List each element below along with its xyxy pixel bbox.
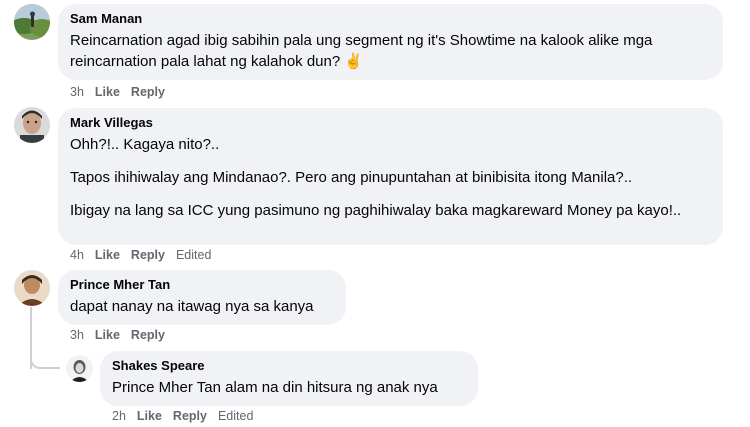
reply-button[interactable]: Reply (131, 85, 165, 99)
comment-text: dapat nanay na itawag nya sa kanya (70, 298, 314, 315)
avatar[interactable] (66, 355, 93, 382)
comment-text: Reincarnation agad ibig sabihin pala ung… (70, 32, 653, 70)
comment-actions: 3h Like Reply (70, 328, 176, 342)
comment-author[interactable]: Mark Villegas (70, 115, 711, 130)
like-button[interactable]: Like (95, 248, 120, 262)
like-button[interactable]: Like (137, 409, 162, 423)
comment-actions: 3h Like Reply (70, 85, 176, 99)
comment-time[interactable]: 3h (70, 85, 84, 99)
like-button[interactable]: Like (95, 328, 120, 342)
edited-label: Edited (175, 248, 212, 262)
comment-time[interactable]: 4h (70, 248, 84, 262)
comment-time[interactable]: 3h (70, 328, 84, 342)
comment-author[interactable]: Sam Manan (70, 11, 711, 26)
reply-button[interactable]: Reply (173, 409, 207, 423)
comment-text: Tapos ihihiwalay ang Mindanao?. Pero ang… (70, 169, 633, 186)
comment-text: Ohh?!.. Kagaya nito?.. (70, 136, 220, 153)
comment-bubble: Sam Manan Reincarnation agad ibig sabihi… (58, 4, 723, 80)
comment-author[interactable]: Prince Mher Tan (70, 277, 334, 292)
comment-bubble: Prince Mher Tan dapat nanay na itawag ny… (58, 270, 346, 325)
edited-label: Edited (217, 409, 254, 423)
reply-button[interactable]: Reply (131, 248, 165, 262)
reply-button[interactable]: Reply (131, 328, 165, 342)
comment-text: Prince Mher Tan alam na din hitsura ng a… (112, 379, 438, 396)
thread-branch (30, 355, 60, 369)
comment-actions: 4h Like Reply Edited (70, 248, 222, 262)
avatar[interactable] (14, 270, 50, 306)
comment-bubble: Mark Villegas Ohh?!.. Kagaya nito?.. Tap… (58, 108, 723, 245)
comment-author[interactable]: Shakes Speare (112, 358, 466, 373)
avatar[interactable] (14, 107, 50, 143)
comment-time[interactable]: 2h (112, 409, 126, 423)
comment-bubble: Shakes Speare Prince Mher Tan alam na di… (100, 351, 478, 406)
like-button[interactable]: Like (95, 85, 120, 99)
comment-actions: 2h Like Reply Edited (112, 409, 264, 423)
comment-text: Ibigay na lang sa ICC yung pasimuno ng p… (70, 202, 682, 219)
avatar[interactable] (14, 4, 50, 40)
